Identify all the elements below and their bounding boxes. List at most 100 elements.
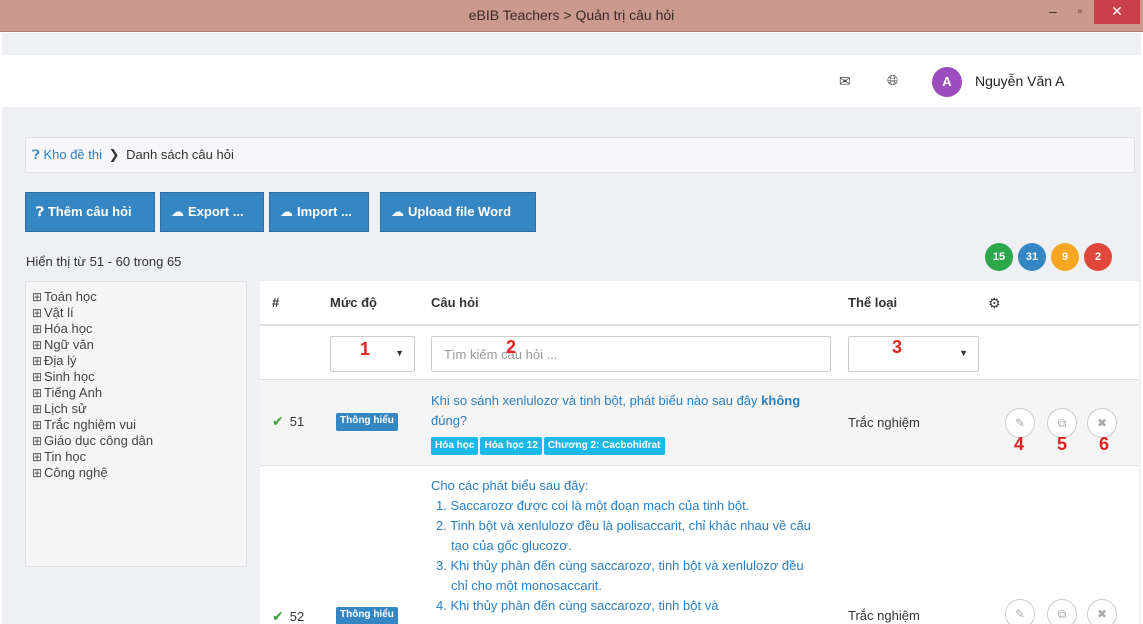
header-type[interactable]: Thể loại (848, 281, 897, 326)
tree-item-label: Ngữ văn (44, 337, 94, 352)
expand-icon[interactable]: ⊞ (32, 337, 44, 353)
mail-icon[interactable]: ✉ (839, 73, 851, 90)
tree-item-label: Lịch sử (44, 401, 87, 416)
tree-item-vat-li[interactable]: ⊞ Vật lí (32, 305, 246, 321)
cloud-upload-icon: ☁ (391, 204, 404, 219)
expand-icon[interactable]: ⊞ (32, 353, 44, 369)
tab-strip (2, 33, 1141, 55)
globe-icon[interactable]: 🌐︎ (887, 72, 898, 89)
count-badge-green[interactable]: 15 (985, 243, 1013, 271)
question-text[interactable]: Cho các phát biểu sau đây: 1. Saccarozơ … (431, 476, 811, 616)
expand-icon[interactable]: ⊞ (32, 305, 44, 321)
annotation-marker: 6 (1099, 434, 1110, 454)
tree-item-toan-hoc[interactable]: ⊞ Toán học (32, 289, 246, 305)
question-statement: 4. Khi thủy phân đến cùng saccarozơ, tin… (436, 598, 719, 613)
tree-item-hoa-hoc[interactable]: ⊞ Hóa học (32, 321, 246, 337)
expand-icon[interactable]: ⊞ (32, 401, 44, 417)
table-header (260, 281, 1139, 326)
tree-item-label: Tin học (44, 449, 87, 464)
add-question-button[interactable]: ❓︎ Thêm câu hỏi (25, 192, 155, 232)
tree-item-label: Hóa học (44, 321, 93, 336)
count-badge-orange[interactable]: 9 (1051, 243, 1079, 271)
minimize-button[interactable]: – (1040, 0, 1066, 24)
gears-icon: ⚙ (988, 295, 1001, 311)
window-titlebar: eBIB Teachers > Quản trị câu hỏi – ▫ ✕ (0, 0, 1143, 32)
check-circle-icon: ✔ (272, 413, 284, 429)
tree-item-dia-ly[interactable]: ⊞ Địa lý (32, 353, 246, 369)
expand-icon[interactable]: ⊞ (32, 385, 44, 401)
expand-icon[interactable]: ⊞ (32, 321, 44, 337)
user-name[interactable]: Nguyễn Văn A (975, 73, 1065, 89)
question-lead: Cho các phát biểu sau đây: (431, 478, 589, 493)
cloud-upload-icon: ☁ (280, 204, 293, 219)
breadcrumb: ❓︎ Kho đề thi ❯ Danh sách câu hỏi (25, 137, 1135, 173)
level-filter-select[interactable]: ▼ (330, 336, 415, 372)
row-number-value: 52 (289, 609, 305, 624)
table-row: ✔ 51 Thông hiểu Khi so sánh xenlulozơ và … (260, 380, 1139, 466)
level-badge: Thông hiểu (336, 413, 398, 431)
maximize-button[interactable]: ▫ (1066, 0, 1094, 24)
annotation-marker: 5 (1057, 434, 1068, 454)
count-badge-blue[interactable]: 31 (1018, 243, 1046, 271)
question-text-part: đúng? (431, 413, 468, 428)
avatar[interactable]: A (932, 67, 962, 97)
tag[interactable]: Hóa học 12 (480, 437, 542, 455)
tree-item-trac-nghiem-vui[interactable]: ⊞ Trắc nghiệm vui (32, 417, 246, 433)
top-navbar: ✉ 🌐︎ A Nguyễn Văn A (2, 55, 1141, 107)
header-num: # (272, 295, 280, 310)
tree-item-cong-nghe[interactable]: ⊞ Công nghệ (32, 465, 246, 481)
expand-icon[interactable]: ⊞ (32, 289, 44, 305)
expand-icon[interactable]: ⊞ (32, 465, 44, 481)
tree-item-label: Toán học (44, 289, 97, 304)
tree-item-label: Công nghệ (44, 465, 108, 480)
header-level[interactable]: Mức độ (330, 281, 377, 326)
type-filter-select[interactable]: ▼ (848, 336, 979, 372)
breadcrumb-current: Danh sách câu hỏi (126, 147, 234, 162)
annotation-marker: 4 (1014, 434, 1025, 454)
question-table: # Mức độ Câu hỏi Thể loại ⚙ ▼ Tìm kiếm c… (260, 281, 1139, 624)
tree-item-tieng-anh[interactable]: ⊞ Tiếng Anh (32, 385, 246, 401)
delete-icon[interactable]: ✖ (1087, 599, 1117, 624)
tag[interactable]: Hóa học (431, 437, 479, 455)
upload-word-button[interactable]: ☁ Upload file Word (380, 192, 536, 232)
cloud-download-icon: ☁ (171, 204, 184, 219)
export-button[interactable]: ☁ Export ... (160, 192, 264, 232)
upload-word-label: Upload file Word (408, 204, 512, 219)
expand-icon[interactable]: ⊞ (32, 369, 44, 385)
question-search-input[interactable]: Tìm kiếm câu hỏi ... (431, 336, 831, 372)
tree-item-label: Tiếng Anh (44, 385, 103, 400)
close-button[interactable]: ✕ (1094, 0, 1140, 24)
tree-item-label: Trắc nghiệm vui (44, 417, 136, 432)
caret-down-icon: ▼ (395, 348, 404, 358)
window-title: eBIB Teachers > Quản trị câu hỏi (468, 7, 675, 23)
import-button[interactable]: ☁ Import ... (269, 192, 369, 232)
annotation-marker: 3 (892, 337, 903, 357)
question-text-part: Khi so sánh xenlulozơ và tinh bột, phát … (431, 393, 758, 408)
tree-item-label: Vật lí (44, 305, 74, 320)
tree-item-lich-su[interactable]: ⊞ Lịch sử (32, 401, 246, 417)
count-badge-red[interactable]: 2 (1084, 243, 1112, 271)
expand-icon[interactable]: ⊞ (32, 433, 44, 449)
question-text[interactable]: Khi so sánh xenlulozơ và tinh bột, phát … (431, 391, 831, 431)
annotation-marker: 2 (506, 337, 517, 357)
tag[interactable]: Chương 2: Cacbohiđrat (543, 437, 665, 455)
expand-icon[interactable]: ⊞ (32, 417, 44, 433)
breadcrumb-root-link[interactable]: Kho đề thi (43, 147, 102, 162)
chevron-right-icon: ❯ (108, 147, 120, 162)
table-row: Cho các phát biểu sau đây: 1. Saccarozơ … (260, 466, 1139, 624)
row-number: ✔ 51 (272, 413, 304, 430)
tree-item-sinh-hoc[interactable]: ⊞ Sinh học (32, 369, 246, 385)
tree-item-ngu-van[interactable]: ⊞ Ngữ văn (32, 337, 246, 353)
question-emphasis: không (761, 393, 801, 408)
copy-icon[interactable]: ⧉ (1047, 599, 1077, 624)
annotation-marker: 1 (360, 339, 371, 359)
header-question[interactable]: Câu hỏi (431, 281, 479, 326)
check-circle-icon: ✔ (272, 608, 284, 624)
tree-item-gdcd[interactable]: ⊞ Giáo dục công dân (32, 433, 246, 449)
question-statement: 2. Tinh bột và xenlulozơ đều là polisacc… (436, 518, 811, 553)
expand-icon[interactable]: ⊞ (32, 449, 44, 465)
tree-item-tin-hoc[interactable]: ⊞ Tin học (32, 449, 246, 465)
edit-icon[interactable]: ✎ (1005, 599, 1035, 624)
tree-item-label: Địa lý (44, 353, 77, 368)
import-label: Import ... (297, 204, 352, 219)
